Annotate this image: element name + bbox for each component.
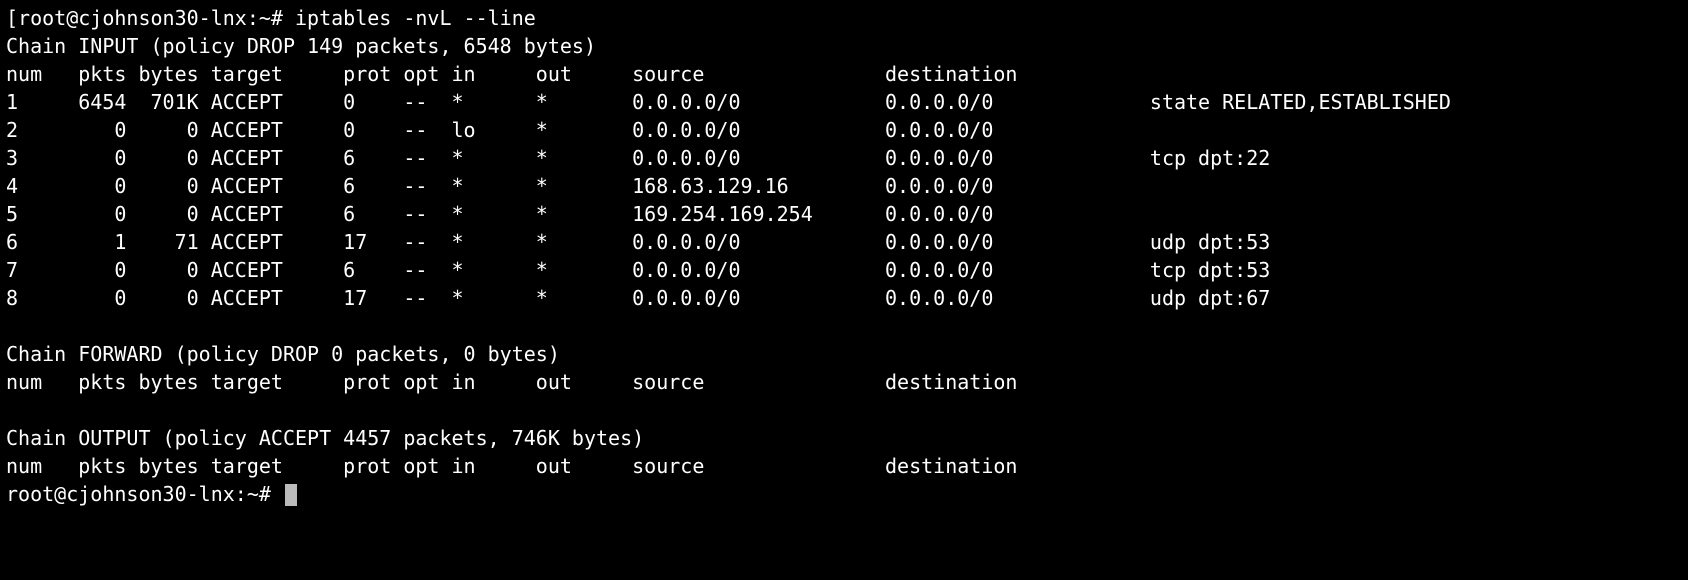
column-header-row: num pkts bytes target prot opt in out so… [6, 454, 1150, 478]
chain-output-header: Chain OUTPUT (policy ACCEPT 4457 packets… [6, 426, 644, 450]
shell-prompt: [root@cjohnson30-lnx:~# [6, 6, 295, 30]
column-header-row: num pkts bytes target prot opt in out so… [6, 62, 1150, 86]
chain-input-header: Chain INPUT (policy DROP 149 packets, 65… [6, 34, 596, 58]
column-header-row: num pkts bytes target prot opt in out so… [6, 370, 1150, 394]
terminal-output[interactable]: [root@cjohnson30-lnx:~# iptables -nvL --… [0, 0, 1688, 512]
command-text: iptables -nvL --line [295, 6, 536, 30]
chain-forward-header: Chain FORWARD (policy DROP 0 packets, 0 … [6, 342, 560, 366]
iptables-input-rules: 1 6454 701K ACCEPT 0 -- * * 0.0.0.0/0 0.… [6, 90, 1451, 310]
cursor-icon [285, 484, 297, 506]
shell-prompt: root@cjohnson30-lnx:~# [6, 482, 283, 506]
